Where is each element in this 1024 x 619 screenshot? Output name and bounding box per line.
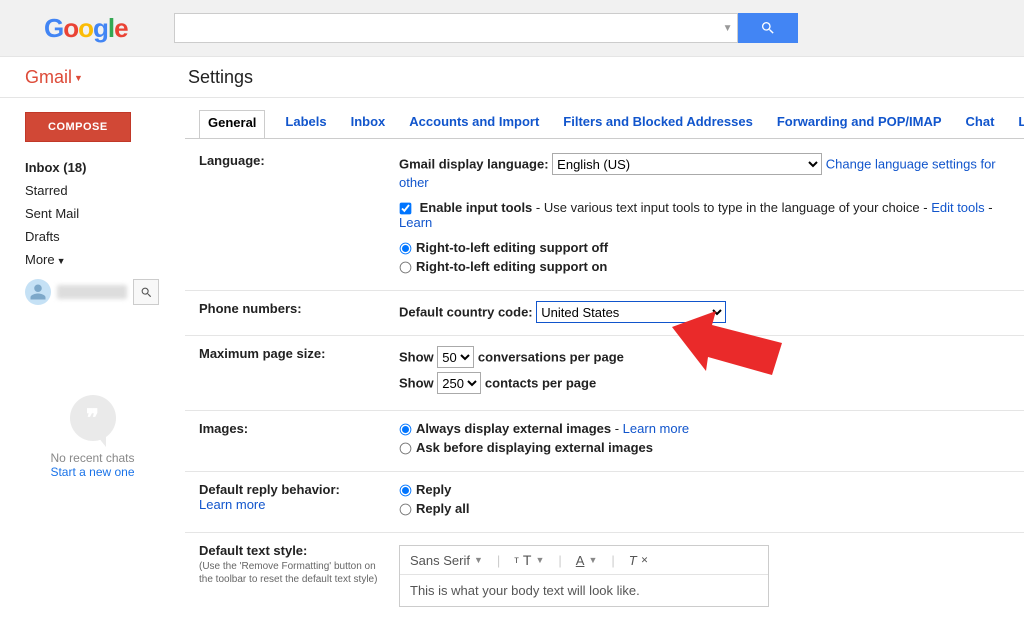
display-language-select[interactable]: English (US) (552, 153, 822, 175)
sidebar-nav-item[interactable]: Inbox (18) (25, 156, 185, 179)
google-logo[interactable]: Google (14, 11, 136, 46)
start-new-chat-link[interactable]: Start a new one (25, 465, 160, 479)
hangouts-icon: ❞ (70, 395, 116, 441)
sidebar-nav-item[interactable]: Drafts (25, 225, 185, 248)
images-learn-more-link[interactable]: Learn more (623, 421, 689, 436)
settings-tab[interactable]: Labs (1014, 110, 1024, 138)
font-size-dropdown[interactable]: тT ▼ (514, 552, 544, 568)
reply-radio[interactable] (400, 485, 412, 497)
enable-input-tools-label: Enable input tools (420, 200, 533, 215)
page-title: Settings (188, 67, 253, 88)
person-icon (29, 283, 47, 301)
settings-tab[interactable]: Filters and Blocked Addresses (559, 110, 757, 138)
settings-tab[interactable]: Inbox (347, 110, 390, 138)
section-language-label: Language: (199, 153, 399, 278)
font-family-dropdown[interactable]: Sans Serif ▼ (410, 553, 483, 568)
reply-all-radio[interactable] (400, 504, 412, 516)
settings-tab[interactable]: Forwarding and POP/IMAP (773, 110, 946, 138)
default-country-label: Default country code: (399, 305, 533, 320)
images-always-radio[interactable] (400, 424, 412, 436)
search-box[interactable]: ▼ (174, 13, 738, 43)
images-ask-radio[interactable] (400, 443, 412, 455)
enable-input-tools-checkbox[interactable] (400, 203, 412, 215)
enable-input-tools-desc: - Use various text input tools to type i… (532, 200, 931, 215)
edit-tools-link[interactable]: Edit tools (931, 200, 984, 215)
reply-learn-more-link[interactable]: Learn more (199, 497, 265, 512)
profile-search-button[interactable] (133, 279, 159, 305)
search-icon (140, 286, 153, 299)
search-icon (760, 20, 776, 36)
rtl-on-radio[interactable] (400, 262, 412, 274)
no-recent-chats-label: No recent chats (25, 451, 160, 465)
rtl-on-label: Right-to-left editing support on (416, 259, 607, 274)
settings-tab[interactable]: Labels (281, 110, 330, 138)
settings-tab[interactable]: Accounts and Import (405, 110, 543, 138)
text-color-dropdown[interactable]: A ▼ (576, 553, 598, 568)
conversations-per-page-select[interactable]: 50 (437, 346, 474, 368)
remove-formatting-button[interactable]: T✕ (629, 553, 649, 568)
search-button[interactable] (738, 13, 798, 43)
input-tools-learn-link[interactable]: Learn (399, 215, 432, 230)
profile-name (57, 285, 127, 299)
gmail-dropdown[interactable]: Gmail▼ (25, 67, 83, 88)
section-images-label: Images: (199, 421, 399, 459)
settings-tab[interactable]: Chat (962, 110, 999, 138)
settings-tab[interactable]: General (199, 110, 265, 139)
sidebar-nav-item[interactable]: Starred (25, 179, 185, 202)
section-phone-label: Phone numbers: (199, 301, 399, 323)
default-country-select[interactable]: United States (536, 301, 726, 323)
search-options-dropdown[interactable]: ▼ (719, 23, 737, 34)
display-language-label: Gmail display language: (399, 157, 549, 172)
search-input[interactable] (175, 14, 719, 42)
avatar[interactable] (25, 279, 51, 305)
sidebar-nav-item[interactable]: More▼ (25, 248, 185, 271)
text-style-preview: This is what your body text will look li… (400, 575, 768, 606)
section-textstyle-label: Default text style:(Use the 'Remove Form… (199, 543, 399, 607)
sidebar-nav-item[interactable]: Sent Mail (25, 202, 185, 225)
rtl-off-label: Right-to-left editing support off (416, 240, 608, 255)
section-reply-label: Default reply behavior:Learn more (199, 482, 399, 520)
contacts-per-page-select[interactable]: 250 (437, 372, 481, 394)
rtl-off-radio[interactable] (400, 243, 412, 255)
section-pagesize-label: Maximum page size: (199, 346, 399, 398)
compose-button[interactable]: COMPOSE (25, 112, 131, 142)
